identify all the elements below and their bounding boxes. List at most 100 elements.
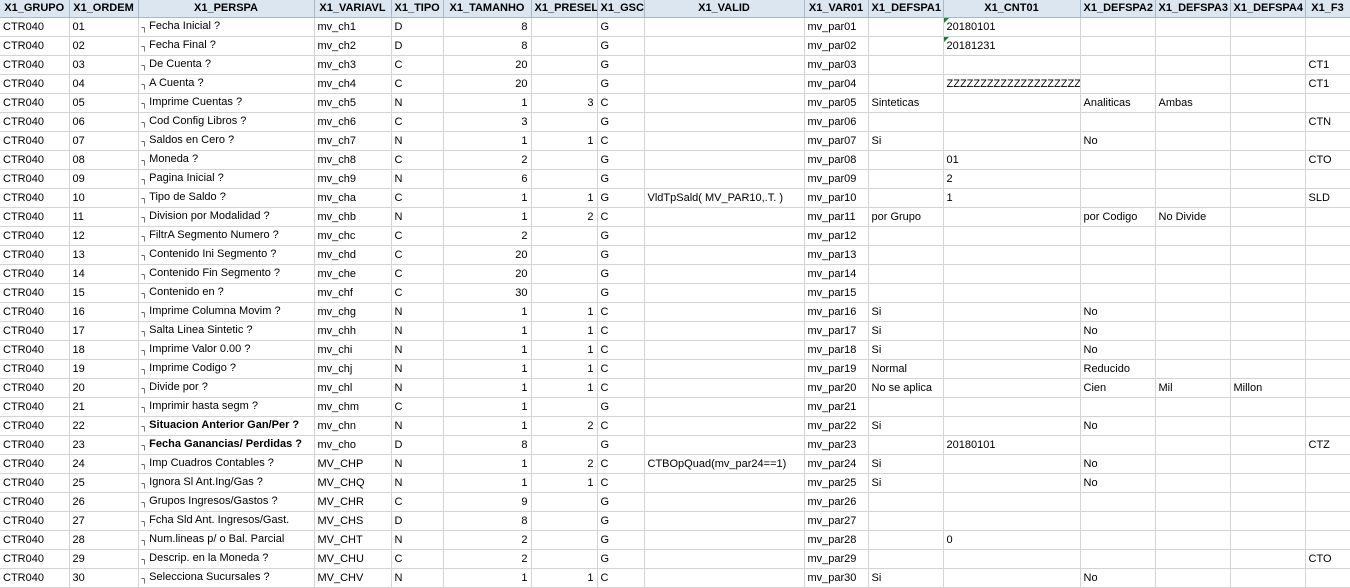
cell-gsc[interactable]: G: [597, 74, 645, 94]
cell-defspa2[interactable]: [1080, 530, 1156, 550]
cell-tamanho[interactable]: 20: [443, 264, 532, 284]
cell-cnt01[interactable]: 20180101: [943, 17, 1081, 37]
cell-presel[interactable]: [531, 397, 598, 417]
cell-defspa3[interactable]: [1155, 549, 1231, 569]
cell-defspa2[interactable]: [1080, 245, 1156, 265]
cell-cnt01[interactable]: [943, 492, 1081, 512]
cell-grupo[interactable]: CTR040: [0, 435, 70, 455]
cell-defspa1[interactable]: [868, 397, 944, 417]
cell-presel[interactable]: 1: [531, 131, 598, 151]
cell-perspa[interactable]: Selecciona Sucursales ?: [138, 568, 315, 588]
cell-tamanho[interactable]: 1: [443, 397, 532, 417]
cell-valid[interactable]: [644, 283, 805, 303]
cell-var01[interactable]: mv_par04: [804, 74, 869, 94]
cell-tipo[interactable]: C: [391, 397, 444, 417]
cell-defspa4[interactable]: [1230, 36, 1306, 56]
cell-defspa2[interactable]: No: [1080, 321, 1156, 341]
cell-var01[interactable]: mv_par01: [804, 17, 869, 37]
cell-ordem[interactable]: 22: [69, 416, 139, 436]
cell-ordem[interactable]: 27: [69, 511, 139, 531]
cell-grupo[interactable]: CTR040: [0, 340, 70, 360]
cell-gsc[interactable]: G: [597, 283, 645, 303]
cell-tamanho[interactable]: 1: [443, 207, 532, 227]
cell-perspa[interactable]: Num.lineas p/ o Bal. Parcial: [138, 530, 315, 550]
cell-presel[interactable]: [531, 74, 598, 94]
cell-defspa3[interactable]: [1155, 416, 1231, 436]
cell-tipo[interactable]: C: [391, 112, 444, 132]
cell-valid[interactable]: CTBOpQuad(mv_par24==1): [644, 454, 805, 474]
cell-var01[interactable]: mv_par29: [804, 549, 869, 569]
cell-tipo[interactable]: N: [391, 207, 444, 227]
cell-var01[interactable]: mv_par18: [804, 340, 869, 360]
cell-defspa1[interactable]: [868, 511, 944, 531]
cell-defspa2[interactable]: No: [1080, 454, 1156, 474]
column-header[interactable]: X1_VALID: [644, 0, 805, 18]
cell-var01[interactable]: mv_par19: [804, 359, 869, 379]
cell-variavl[interactable]: MV_CHQ: [314, 473, 392, 493]
cell-cnt01[interactable]: [943, 264, 1081, 284]
cell-defspa2[interactable]: por Codigo: [1080, 207, 1156, 227]
cell-presel[interactable]: [531, 55, 598, 75]
cell-perspa[interactable]: Division por Modalidad ?: [138, 207, 315, 227]
cell-f3[interactable]: [1305, 226, 1350, 246]
cell-tamanho[interactable]: 8: [443, 36, 532, 56]
cell-tipo[interactable]: D: [391, 17, 444, 37]
cell-defspa1[interactable]: Sinteticas: [868, 93, 944, 113]
cell-presel[interactable]: [531, 511, 598, 531]
cell-gsc[interactable]: C: [597, 454, 645, 474]
cell-perspa[interactable]: Imprime Columna Movim ?: [138, 302, 315, 322]
cell-tamanho[interactable]: 1: [443, 321, 532, 341]
cell-var01[interactable]: mv_par09: [804, 169, 869, 189]
cell-presel[interactable]: [531, 150, 598, 170]
cell-variavl[interactable]: MV_CHV: [314, 568, 392, 588]
cell-defspa1[interactable]: Si: [868, 302, 944, 322]
cell-presel[interactable]: 2: [531, 454, 598, 474]
cell-ordem[interactable]: 01: [69, 17, 139, 37]
cell-presel[interactable]: 1: [531, 321, 598, 341]
cell-tipo[interactable]: C: [391, 549, 444, 569]
cell-ordem[interactable]: 04: [69, 74, 139, 94]
cell-variavl[interactable]: mv_ch2: [314, 36, 392, 56]
cell-tipo[interactable]: C: [391, 264, 444, 284]
cell-tipo[interactable]: N: [391, 302, 444, 322]
cell-defspa3[interactable]: [1155, 264, 1231, 284]
cell-cnt01[interactable]: [943, 207, 1081, 227]
cell-ordem[interactable]: 26: [69, 492, 139, 512]
cell-variavl[interactable]: mv_ch4: [314, 74, 392, 94]
cell-gsc[interactable]: C: [597, 473, 645, 493]
cell-perspa[interactable]: Fcha Sld Ant. Ingresos/Gast.: [138, 511, 315, 531]
cell-variavl[interactable]: MV_CHP: [314, 454, 392, 474]
cell-defspa4[interactable]: [1230, 511, 1306, 531]
cell-f3[interactable]: [1305, 492, 1350, 512]
cell-perspa[interactable]: Tipo de Saldo ?: [138, 188, 315, 208]
cell-tamanho[interactable]: 1: [443, 302, 532, 322]
cell-perspa[interactable]: Ignora Sl Ant.Ing/Gas ?: [138, 473, 315, 493]
cell-f3[interactable]: [1305, 568, 1350, 588]
column-header[interactable]: X1_F3: [1305, 0, 1350, 18]
cell-var01[interactable]: mv_par08: [804, 150, 869, 170]
cell-f3[interactable]: [1305, 93, 1350, 113]
cell-valid[interactable]: [644, 378, 805, 398]
cell-perspa[interactable]: Salta Linea Sintetic ?: [138, 321, 315, 341]
cell-defspa3[interactable]: [1155, 226, 1231, 246]
cell-var01[interactable]: mv_par14: [804, 264, 869, 284]
cell-gsc[interactable]: C: [597, 416, 645, 436]
cell-f3[interactable]: [1305, 321, 1350, 341]
cell-defspa2[interactable]: [1080, 74, 1156, 94]
cell-defspa1[interactable]: Si: [868, 131, 944, 151]
cell-ordem[interactable]: 25: [69, 473, 139, 493]
cell-var01[interactable]: mv_par24: [804, 454, 869, 474]
cell-tamanho[interactable]: 1: [443, 473, 532, 493]
cell-presel[interactable]: [531, 36, 598, 56]
cell-grupo[interactable]: CTR040: [0, 207, 70, 227]
cell-var01[interactable]: mv_par02: [804, 36, 869, 56]
cell-ordem[interactable]: 18: [69, 340, 139, 360]
cell-cnt01[interactable]: [943, 359, 1081, 379]
cell-valid[interactable]: [644, 74, 805, 94]
cell-tipo[interactable]: N: [391, 321, 444, 341]
cell-presel[interactable]: 1: [531, 378, 598, 398]
cell-valid[interactable]: [644, 492, 805, 512]
cell-ordem[interactable]: 03: [69, 55, 139, 75]
cell-variavl[interactable]: mv_chb: [314, 207, 392, 227]
cell-gsc[interactable]: C: [597, 93, 645, 113]
